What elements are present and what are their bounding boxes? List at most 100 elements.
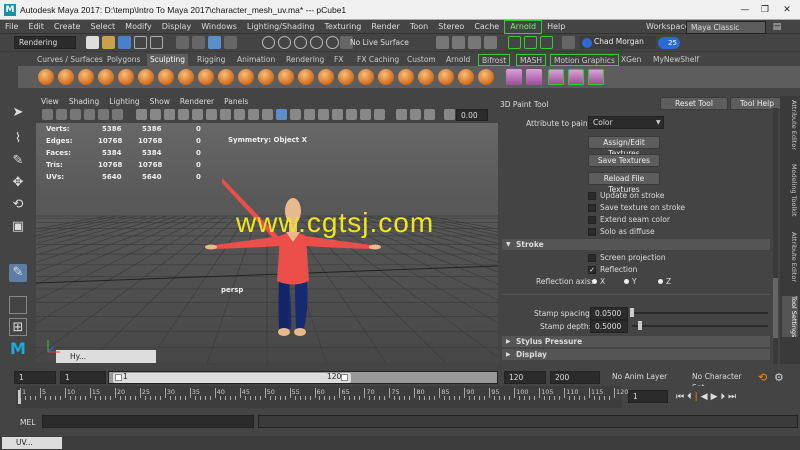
rotate-tool-icon[interactable]: ⟲ [9, 196, 27, 214]
viewport-menu-shading[interactable]: Shading [64, 96, 104, 108]
range-start-handle[interactable] [115, 374, 122, 381]
play-forwards-icon[interactable]: ▶ [711, 392, 721, 402]
viewport-menu-view[interactable]: View [36, 96, 64, 108]
display-toggle-icon[interactable] [290, 109, 301, 120]
shelf-tab-bifrost[interactable]: Bifrost [478, 54, 511, 66]
menu-file[interactable]: File [0, 20, 23, 34]
single-pane-layout-icon[interactable] [9, 296, 27, 314]
reflection-checkbox[interactable]: ✓ [588, 266, 596, 274]
shelf-tab-xgen[interactable]: XGen [618, 54, 644, 66]
attribute-to-paint-dropdown[interactable]: Color [588, 116, 664, 129]
select-object-icon[interactable] [192, 36, 205, 49]
shelf-tab-custom[interactable]: Custom [404, 54, 439, 66]
mel-label[interactable]: MEL [20, 418, 35, 427]
stamp-spacing-field[interactable]: 0.0500 [590, 307, 628, 320]
menu-create[interactable]: Create [49, 20, 86, 34]
menu-render[interactable]: Render [366, 20, 404, 34]
arnold-ipr-icon[interactable] [524, 36, 537, 49]
smooth-tool-icon[interactable] [58, 69, 74, 85]
antialiasing-icon[interactable] [220, 109, 231, 120]
fill-tool-icon[interactable] [278, 69, 294, 85]
character-set-dropdown[interactable]: No Character Set [688, 371, 750, 392]
wireframe-icon[interactable] [136, 109, 147, 120]
playback-end-field[interactable]: 120 [504, 371, 546, 384]
select-tool-icon[interactable]: ➤ [9, 104, 27, 122]
save-scene-icon[interactable] [118, 36, 131, 49]
stamp-depth-slider-handle[interactable] [638, 321, 642, 330]
exposure-icon[interactable] [318, 109, 329, 120]
side-tab-attribute-editor-2[interactable]: Attribute Editor [782, 232, 798, 282]
stamp-spacing-slider-handle[interactable] [630, 308, 634, 317]
stamp-depth-slider[interactable] [632, 325, 768, 327]
sculpt-tool-icon[interactable] [38, 69, 54, 85]
animation-start-field[interactable]: 1 [14, 371, 56, 384]
menu-stereo[interactable]: Stereo [433, 20, 469, 34]
bulge-tool-icon[interactable] [338, 69, 354, 85]
menu-texturing[interactable]: Texturing [319, 20, 366, 34]
stroke-section-header[interactable]: Stroke [502, 239, 770, 250]
isolate-select-icon[interactable] [234, 109, 245, 120]
color-management-icon[interactable] [332, 109, 343, 120]
reset-tool-button[interactable]: Reset Tool [660, 97, 728, 110]
resolution-gate-icon[interactable] [360, 109, 371, 120]
panel-layout-icon[interactable] [410, 109, 421, 120]
paint-weights-icon[interactable] [548, 69, 564, 85]
lasso-tool-icon[interactable]: ⌇ [9, 130, 27, 148]
snap-point-icon[interactable] [294, 36, 307, 49]
axis-y-radio[interactable] [624, 279, 629, 284]
minimize-button[interactable]: — [736, 4, 754, 16]
mask-tool-icon[interactable] [418, 69, 434, 85]
save-texture-on-stroke-checkbox[interactable] [588, 204, 596, 212]
axis-x-radio[interactable] [592, 279, 597, 284]
paint-select-icon[interactable] [588, 69, 604, 85]
play-backwards-icon[interactable]: ◀ [701, 392, 711, 402]
shelf-tab-animation[interactable]: Animation [234, 54, 278, 66]
flatten-tool-icon[interactable] [138, 69, 154, 85]
lights-icon[interactable] [178, 109, 189, 120]
side-tab-tool-settings[interactable]: Tool Settings [782, 296, 798, 338]
animation-preferences-icon[interactable]: ⚙ [774, 371, 784, 384]
shelf-tab-sculpting[interactable]: Sculpting [147, 54, 189, 66]
side-tab-attribute-editor[interactable]: Attribute Editor [782, 100, 798, 150]
viewport-menu-renderer[interactable]: Renderer [175, 96, 219, 108]
shelf-tab-fx-caching[interactable]: FX Caching [354, 54, 402, 66]
relax-tool-icon[interactable] [78, 69, 94, 85]
film-gate-icon[interactable] [112, 109, 123, 120]
minimized-uv-editor[interactable]: UV... [2, 437, 62, 449]
redo-icon[interactable] [150, 36, 163, 49]
menu-arnold[interactable]: Arnold [504, 20, 543, 34]
clone-tool-icon[interactable] [458, 69, 474, 85]
image-plane-icon[interactable] [84, 109, 95, 120]
assign-edit-textures-button[interactable]: Assign/Edit Textures [588, 136, 660, 158]
camera-select-icon[interactable] [42, 109, 53, 120]
menu-toon[interactable]: Toon [405, 20, 433, 34]
shelf-tab-rendering[interactable]: Rendering [283, 54, 327, 66]
viewport-menu-lighting[interactable]: Lighting [104, 96, 144, 108]
range-slider-handle[interactable] [113, 373, 351, 383]
current-frame-field[interactable]: 1 [628, 390, 668, 403]
freeze-tool-icon[interactable] [378, 69, 394, 85]
shelf-tab-motion-graphics[interactable]: Motion Graphics [550, 54, 619, 66]
viewport-menu-panels[interactable]: Panels [219, 96, 253, 108]
grab-tool-icon[interactable] [98, 69, 114, 85]
open-scene-icon[interactable] [102, 36, 115, 49]
panel-scrollbar-thumb[interactable] [773, 278, 778, 338]
ipr-render-icon[interactable] [452, 36, 465, 49]
maximize-button[interactable]: ❐ [756, 4, 774, 16]
shelf-tab-curves[interactable]: Curves / Surfaces [34, 54, 106, 66]
screen-projection-checkbox[interactable] [588, 254, 596, 262]
paint-select-tool-icon[interactable]: ✎ [9, 152, 27, 170]
paint-effects-icon[interactable] [568, 69, 584, 85]
shelf-tab-mash[interactable]: MASH [516, 54, 547, 66]
close-button[interactable]: ✕ [778, 4, 796, 16]
display-section[interactable]: Display [502, 349, 770, 360]
amplify-tool-icon[interactable] [358, 69, 374, 85]
arnold-view-icon[interactable] [540, 36, 553, 49]
menu-modify[interactable]: Modify [120, 20, 157, 34]
smear-tool-icon[interactable] [318, 69, 334, 85]
render-settings-icon[interactable] [468, 36, 481, 49]
knife-tool-icon[interactable] [298, 69, 314, 85]
select-hierarchy-icon[interactable] [176, 36, 189, 49]
pinch-tool-icon[interactable] [118, 69, 134, 85]
sidebar-toggle-icon[interactable] [562, 36, 575, 49]
